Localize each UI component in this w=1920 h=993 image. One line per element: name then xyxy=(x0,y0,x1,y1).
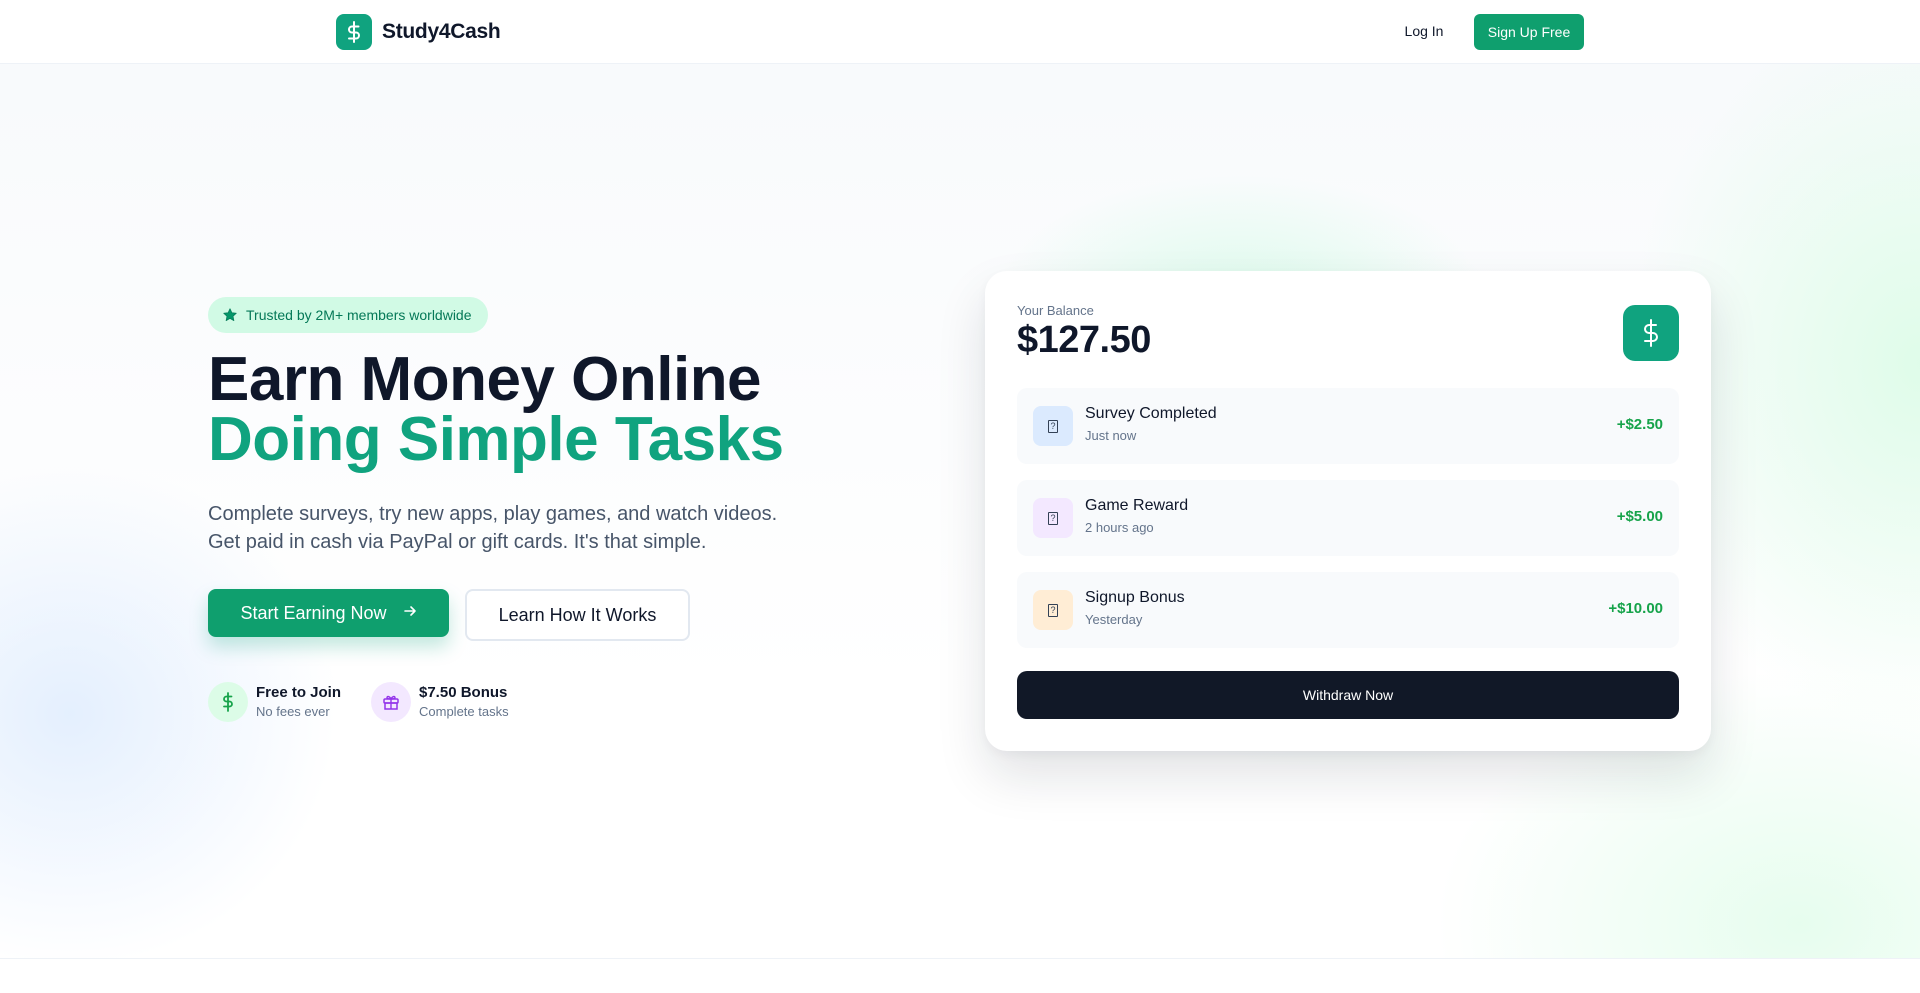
next-section xyxy=(0,959,1920,993)
transaction-title: Signup Bonus xyxy=(1085,589,1185,606)
feature-free-to-join: Free to Join No fees ever xyxy=(208,682,341,722)
hero-subtext: Complete surveys, try new apps, play gam… xyxy=(208,500,808,556)
feature-subtitle: Complete tasks xyxy=(419,704,509,719)
dollar-icon xyxy=(208,682,248,722)
transaction-time: Yesterday xyxy=(1085,612,1143,627)
transaction-item: ? Game Reward 2 hours ago +$5.00 xyxy=(1017,480,1679,556)
site-header: Study4Cash Log In Sign Up Free xyxy=(0,0,1920,64)
feature-bonus: $7.50 Bonus Complete tasks xyxy=(371,682,509,722)
feature-title: $7.50 Bonus xyxy=(419,684,508,701)
headline-line-1: Earn Money Online xyxy=(208,345,762,414)
balance-amount: $127.50 xyxy=(1017,319,1151,361)
transaction-item: ? Signup Bonus Yesterday +$10.00 xyxy=(1017,572,1679,648)
bonus-icon: ? xyxy=(1033,590,1073,630)
game-icon: ? xyxy=(1033,498,1073,538)
subtext-line-2: Get paid in cash via PayPal or gift card… xyxy=(208,531,707,553)
transaction-title: Game Reward xyxy=(1085,497,1189,514)
feature-subtitle: No fees ever xyxy=(256,704,330,719)
transaction-time: 2 hours ago xyxy=(1085,520,1154,535)
arrow-right-icon xyxy=(403,604,417,623)
logo-text: Study4Cash xyxy=(382,20,501,43)
transaction-amount: +$10.00 xyxy=(1608,600,1663,617)
dollar-icon xyxy=(1623,305,1679,361)
balance-label: Your Balance xyxy=(1017,303,1094,318)
transaction-amount: +$2.50 xyxy=(1616,416,1663,433)
logo[interactable]: Study4Cash xyxy=(336,14,501,50)
subtext-line-1: Complete surveys, try new apps, play gam… xyxy=(208,503,778,525)
gift-icon xyxy=(371,682,411,722)
feature-title: Free to Join xyxy=(256,684,342,701)
withdraw-button[interactable]: Withdraw Now xyxy=(1017,671,1679,719)
login-link[interactable]: Log In xyxy=(1390,12,1458,50)
dollar-logo-icon xyxy=(336,14,372,50)
signup-button[interactable]: Sign Up Free xyxy=(1474,14,1584,50)
start-earning-label: Start Earning Now xyxy=(240,602,387,623)
transaction-time: Just now xyxy=(1085,428,1137,443)
headline-line-2: Doing Simple Tasks xyxy=(208,405,784,474)
transaction-amount: +$5.00 xyxy=(1616,508,1663,525)
trust-badge: Trusted by 2M+ members worldwide xyxy=(208,297,488,333)
star-icon xyxy=(223,308,237,321)
balance-card: Your Balance $127.50 ? Survey Completed … xyxy=(985,271,1711,751)
transaction-item: ? Survey Completed Just now +$2.50 xyxy=(1017,388,1679,464)
badge-text: Trusted by 2M+ members worldwide xyxy=(246,307,472,323)
transaction-title: Survey Completed xyxy=(1085,405,1217,422)
start-earning-button[interactable]: Start Earning Now xyxy=(208,589,449,637)
survey-icon: ? xyxy=(1033,406,1073,446)
learn-how-button[interactable]: Learn How It Works xyxy=(465,589,690,641)
hero-headline: Earn Money Online Doing Simple Tasks xyxy=(208,345,784,474)
